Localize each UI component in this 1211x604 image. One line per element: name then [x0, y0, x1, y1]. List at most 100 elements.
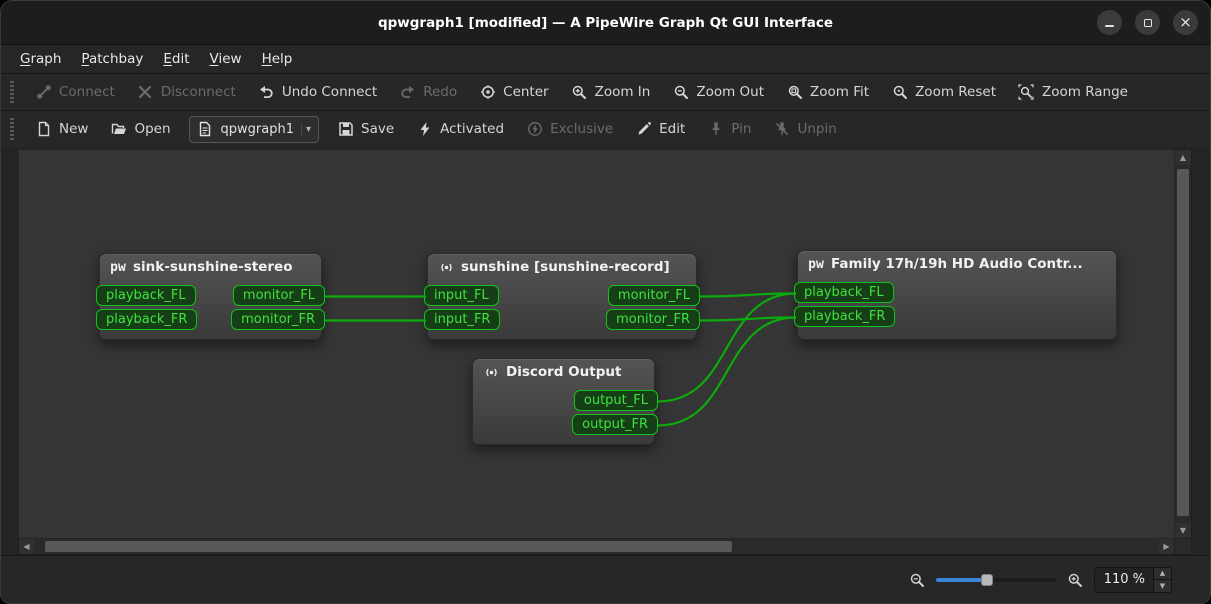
minimize-button[interactable] — [1097, 10, 1122, 35]
save-button[interactable]: Save — [328, 116, 403, 143]
maximize-button[interactable] — [1135, 10, 1160, 35]
input-port[interactable]: playback_FL — [96, 285, 196, 306]
horizontal-scrollbar[interactable]: ◀ ▶ — [18, 539, 1175, 555]
graph-node[interactable]: pwsink-sunshine-stereoplayback_FLmonitor… — [99, 253, 322, 340]
zoom-spinbox[interactable]: 110 % ▲ ▼ — [1094, 567, 1172, 593]
file-icon — [197, 121, 214, 138]
zoom-reset-button[interactable]: Zoom Reset — [882, 79, 1005, 106]
spin-down-button[interactable]: ▼ — [1154, 580, 1171, 592]
menu-view[interactable]: View — [201, 48, 251, 70]
scroll-left-arrow[interactable]: ◀ — [19, 539, 34, 554]
window-title: qpwgraph1 [modified] — A PipeWire Graph … — [378, 15, 833, 31]
toolbar-handle[interactable] — [10, 118, 14, 140]
new-button[interactable]: New — [26, 116, 97, 143]
open-icon — [110, 121, 127, 138]
vertical-scroll-thumb[interactable] — [1177, 169, 1189, 516]
toolbar-button-label: Open — [134, 121, 170, 137]
input-port[interactable]: input_FR — [424, 309, 500, 330]
patchbay-file-combo[interactable]: qpwgraph1▾ — [189, 116, 320, 143]
input-port[interactable]: playback_FL — [794, 282, 894, 303]
node-title: sink-sunshine-stereo — [133, 259, 293, 275]
spin-arrows: ▲ ▼ — [1153, 568, 1171, 592]
toolbar-button-label: Zoom Out — [696, 84, 764, 100]
edit-button[interactable]: Edit — [626, 116, 694, 143]
input-port[interactable]: playback_FR — [794, 306, 895, 327]
node-header[interactable]: Discord Output — [473, 359, 654, 384]
pipewire-icon: pw — [808, 256, 824, 272]
graph-area: pwsink-sunshine-stereoplayback_FLmonitor… — [1, 147, 1210, 555]
statusbar: 110 % ▲ ▼ — [1, 555, 1210, 603]
scroll-down-arrow[interactable]: ▼ — [1175, 523, 1191, 538]
menu-patchbay[interactable]: Patchbay — [72, 48, 152, 70]
graph-node[interactable]: Discord Output output_FL output_FR — [472, 358, 655, 445]
close-button[interactable]: × — [1173, 10, 1198, 35]
zoom-out-icon[interactable] — [909, 572, 925, 588]
node-title: sunshine [sunshine-record] — [461, 259, 670, 275]
close-icon: × — [1179, 15, 1192, 30]
graph-node[interactable]: sunshine [sunshine-record]input_FLmonito… — [427, 253, 697, 340]
toolbar-button-label: New — [59, 121, 88, 137]
toolbar-button-label: Undo Connect — [282, 84, 377, 100]
scroll-right-arrow[interactable]: ▶ — [1159, 539, 1174, 554]
new-icon — [35, 121, 52, 138]
edit-icon — [635, 121, 652, 138]
horizontal-scroll-track[interactable] — [34, 539, 1159, 554]
output-port[interactable]: monitor_FR — [606, 309, 700, 330]
output-port[interactable]: output_FR — [572, 414, 658, 435]
toolbar-button-label: Zoom Range — [1042, 84, 1128, 100]
output-port[interactable]: monitor_FL — [608, 285, 700, 306]
menubar: GraphPatchbayEditViewHelp — [1, 45, 1210, 73]
toolbar-button-label: Connect — [59, 84, 115, 100]
spin-up-button[interactable]: ▲ — [1154, 568, 1171, 581]
menu-edit[interactable]: Edit — [154, 48, 198, 70]
node-title: Family 17h/19h HD Audio Contr... — [831, 256, 1083, 272]
graph-node[interactable]: pw Family 17h/19h HD Audio Contr... playba… — [797, 250, 1117, 340]
speaker-icon — [483, 364, 499, 380]
toolbar-handle[interactable] — [10, 81, 14, 103]
menu-graph[interactable]: Graph — [11, 48, 70, 70]
unpin-button[interactable]: Unpin — [764, 116, 845, 143]
node-header[interactable]: pw sink-sunshine-stereo — [100, 254, 321, 279]
undo-connect-button[interactable]: Undo Connect — [249, 79, 386, 106]
pipewire-icon: pw — [110, 259, 126, 275]
redo-button[interactable]: Redo — [390, 79, 466, 106]
zoom-fit-button[interactable]: Zoom Fit — [777, 79, 878, 106]
vertical-scroll-track[interactable] — [1175, 165, 1191, 523]
pin-button[interactable]: Pin — [698, 116, 760, 143]
toolbar-button-label: Redo — [423, 84, 457, 100]
node-header[interactable]: sunshine [sunshine-record] — [428, 254, 696, 279]
output-port[interactable]: output_FL — [574, 390, 658, 411]
activated-button[interactable]: Activated — [407, 116, 513, 143]
zoom-range-button[interactable]: Zoom Range — [1009, 79, 1137, 106]
zoom-slider-groove — [936, 578, 1056, 582]
open-button[interactable]: Open — [101, 116, 179, 143]
output-port[interactable]: monitor_FR — [231, 309, 325, 330]
titlebar[interactable]: qpwgraph1 [modified] — A PipeWire Graph … — [1, 1, 1210, 45]
output-port[interactable]: monitor_FL — [233, 285, 325, 306]
node-header[interactable]: pw Family 17h/19h HD Audio Contr... — [798, 251, 1116, 276]
zoom-reset-icon — [891, 84, 908, 101]
zoom-in-button[interactable]: Zoom In — [562, 79, 660, 106]
undo-icon — [258, 84, 275, 101]
horizontal-scroll-thumb[interactable] — [45, 541, 731, 552]
connection-wire[interactable] — [700, 294, 796, 297]
input-port[interactable]: input_FL — [424, 285, 499, 306]
zoom-out-icon — [672, 84, 689, 101]
exclusive-icon — [526, 121, 543, 138]
zoom-in-icon[interactable] — [1067, 572, 1083, 588]
combo-value: qpwgraph1 — [221, 122, 294, 137]
connect-button[interactable]: Connect — [26, 79, 124, 106]
zoom-in-icon — [571, 84, 588, 101]
input-port[interactable]: playback_FR — [96, 309, 197, 330]
center-button[interactable]: Center — [470, 79, 557, 106]
disconnect-button[interactable]: Disconnect — [128, 79, 245, 106]
scroll-up-arrow[interactable]: ▲ — [1175, 150, 1191, 165]
connection-wire[interactable] — [700, 318, 796, 321]
zoom-slider[interactable] — [936, 571, 1056, 589]
zoom-slider-handle[interactable] — [981, 574, 993, 586]
zoom-out-button[interactable]: Zoom Out — [663, 79, 773, 106]
graph-canvas[interactable]: pwsink-sunshine-stereoplayback_FLmonitor… — [18, 149, 1175, 539]
menu-help[interactable]: Help — [253, 48, 302, 70]
exclusive-button[interactable]: Exclusive — [517, 116, 622, 143]
vertical-scrollbar[interactable]: ▲ ▼ — [1175, 149, 1192, 539]
